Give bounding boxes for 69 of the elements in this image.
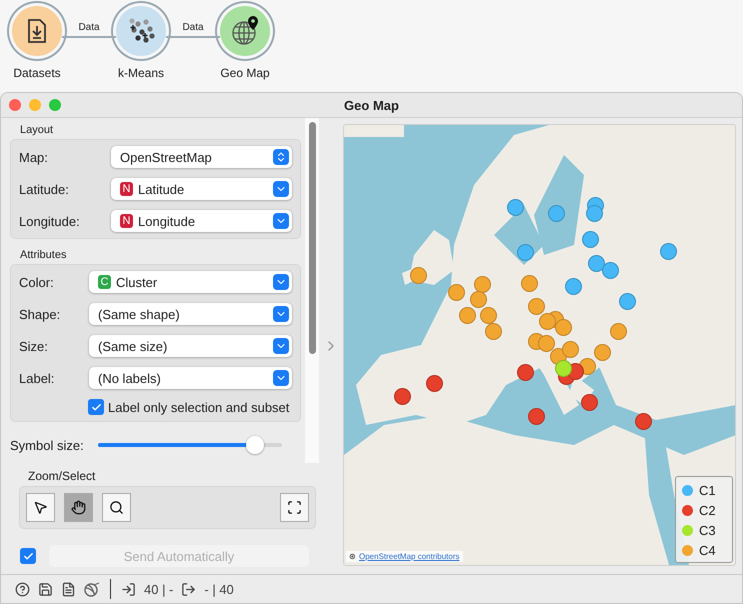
output-count: - | 40 — [204, 582, 234, 596]
node-label: Geo Map — [220, 66, 270, 80]
dropdown[interactable]: (No labels) — [89, 367, 292, 389]
search-icon — [109, 500, 124, 515]
node-label: k-Means — [118, 66, 164, 80]
help-icon[interactable] — [15, 582, 30, 596]
checkbox[interactable] — [88, 399, 104, 415]
tool-button[interactable] — [102, 493, 131, 522]
legend-label: C1 — [699, 483, 716, 498]
slider-thumb[interactable] — [246, 436, 264, 454]
save-icon[interactable] — [38, 582, 53, 596]
fullscreen-icon — [287, 500, 302, 515]
tool-button[interactable] — [26, 493, 55, 522]
chevron-down-icon — [273, 274, 289, 290]
link-line — [166, 36, 220, 38]
group-title: Layout — [20, 124, 54, 136]
field-label: Label: — [19, 370, 56, 386]
tool-button[interactable] — [64, 493, 93, 522]
group-title: Attributes — [20, 249, 68, 261]
chevron-down-icon — [273, 181, 289, 197]
legend-label: C2 — [699, 503, 716, 518]
file-download-icon — [26, 19, 48, 43]
stepper-icon — [273, 149, 289, 165]
field-label: Longitude: — [19, 214, 81, 228]
popup-menu[interactable]: OpenStreetMap — [111, 146, 292, 168]
dropdown[interactable]: C Cluster — [89, 271, 292, 293]
variable-type-badge: N — [120, 182, 133, 196]
dropdown[interactable]: N Latitude — [111, 178, 292, 200]
link-line — [62, 36, 116, 38]
legend-label: C3 — [699, 523, 716, 538]
field-label: Map: — [19, 150, 49, 164]
copyright-mark: ⊛ — [349, 552, 356, 561]
dropdown[interactable]: N Longitude — [111, 210, 292, 232]
group-title: Zoom/Select — [28, 469, 96, 483]
chevron-down-icon — [273, 370, 289, 386]
field-label: Color: — [19, 274, 55, 290]
dropdown[interactable]: (Same shape) — [89, 303, 292, 325]
widget-node[interactable] — [116, 6, 166, 56]
hand-icon — [71, 500, 86, 515]
field-label: Shape: — [19, 306, 62, 322]
input-count: 40 | - — [144, 582, 174, 596]
chevron-down-icon — [273, 213, 289, 229]
checkmark-icon — [90, 402, 102, 412]
node-label: Datasets — [13, 66, 61, 80]
fit-view-button[interactable] — [280, 493, 309, 522]
dropdown[interactable]: (Same size) — [89, 335, 292, 357]
document-icon[interactable] — [61, 582, 76, 596]
attribution-link[interactable]: OpenStreetMap contributors — [359, 552, 460, 561]
input-icon — [121, 582, 136, 596]
widget-node[interactable] — [220, 6, 270, 56]
variable-type-badge: C — [98, 275, 111, 289]
widget-node[interactable] — [12, 6, 62, 56]
slider-label: Symbol size: — [10, 438, 84, 452]
window-title: Geo Map — [344, 98, 399, 112]
checkbox-label: Label only selection and subset — [108, 400, 290, 414]
scrollbar-thumb[interactable] — [308, 122, 316, 354]
link-label: Data — [78, 22, 100, 33]
field-label: Size: — [19, 338, 49, 354]
chevron-down-icon — [273, 306, 289, 322]
legend-label: C4 — [699, 543, 716, 558]
output-icon — [181, 582, 196, 596]
chevron-down-icon — [273, 338, 289, 354]
link-label: Data — [182, 22, 204, 33]
yarn-ball-icon[interactable] — [84, 582, 100, 596]
variable-type-badge: N — [120, 214, 133, 228]
field-label: Latitude: — [19, 182, 70, 196]
checkmark-icon — [22, 550, 34, 562]
pointer-icon — [33, 500, 48, 515]
map-view[interactable]: ⊛ OpenStreetMap contributors C1 C2 C3 C4 — [343, 124, 736, 566]
